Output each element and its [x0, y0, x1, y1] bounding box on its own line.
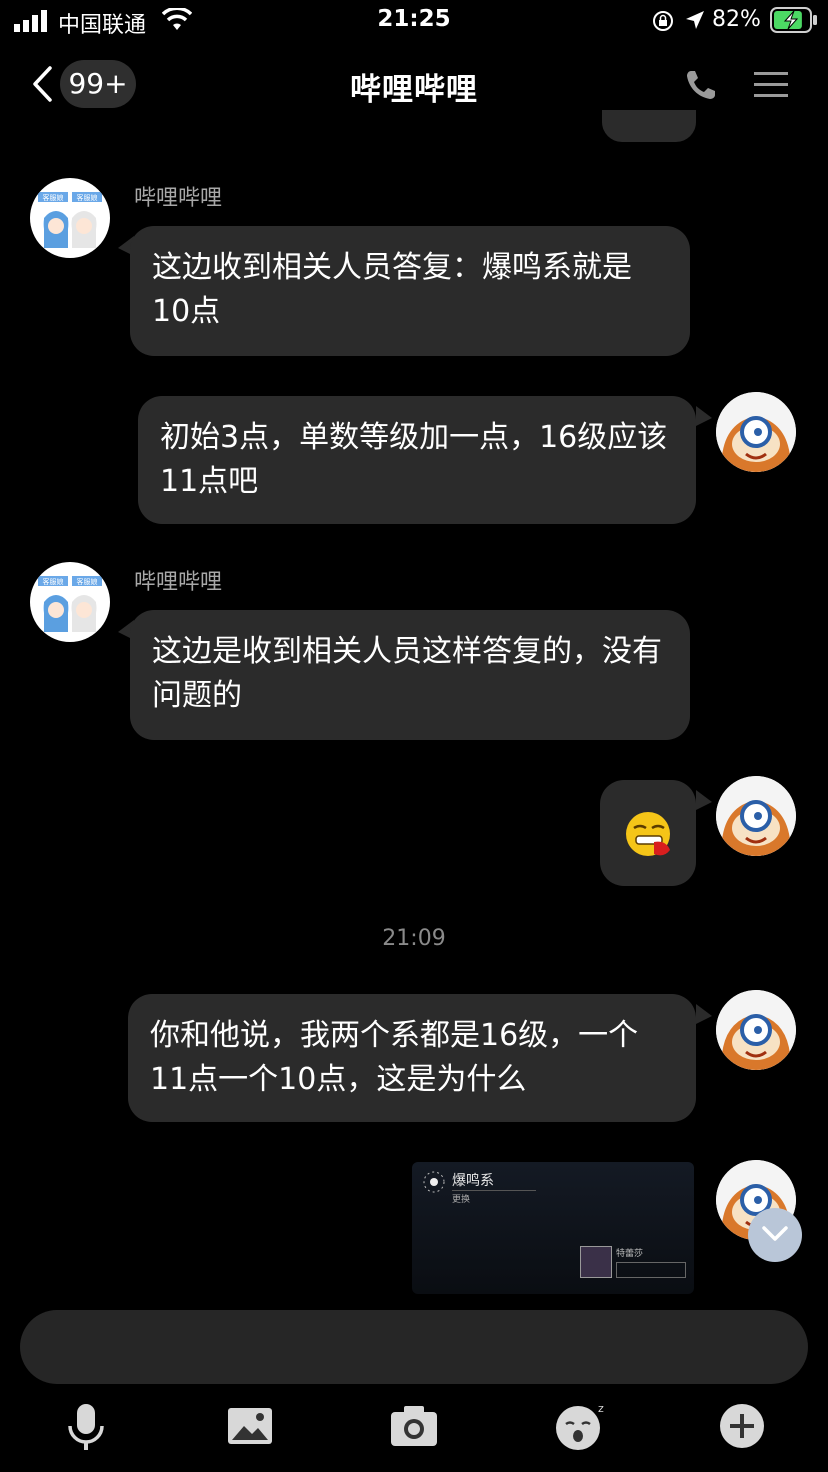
image-title: 爆鸣系 [452, 1173, 494, 1189]
plus-icon[interactable] [716, 1400, 768, 1452]
svg-text:客服娘: 客服娘 [77, 577, 98, 586]
message-input[interactable] [20, 1310, 808, 1384]
emoji-icon[interactable]: z [552, 1400, 604, 1452]
my-avatar[interactable] [716, 990, 796, 1070]
phone-icon[interactable] [684, 68, 718, 102]
message-text: 你和他说，我两个系都是16级，一个11点一个10点，这是为什么 [150, 1018, 639, 1097]
my-avatar[interactable] [716, 392, 796, 472]
message-text: 这边是收到相关人员这样答复的，没有问题的 [152, 634, 662, 713]
character-portrait [580, 1246, 612, 1278]
bubble-tail [696, 790, 712, 810]
battery-icon [770, 7, 817, 33]
cartoon-avatar-image [716, 990, 796, 1070]
image-label: 特蕾莎 [616, 1249, 644, 1259]
orientation-lock-icon [653, 11, 673, 31]
message-bubble[interactable]: 这边收到相关人员答复：爆鸣系就是10点 [130, 226, 690, 356]
service-avatar[interactable]: 客服娘 客服娘 [30, 562, 110, 642]
location-icon [686, 11, 704, 29]
image-subtitle: 更换 [452, 1195, 471, 1205]
sender-name: 哔哩哔哩 [134, 186, 223, 211]
emoji-message-bubble[interactable] [600, 780, 696, 886]
sender-name: 哔哩哔哩 [134, 570, 223, 595]
my-avatar[interactable] [716, 776, 796, 856]
scroll-to-bottom-button[interactable] [748, 1208, 802, 1262]
bubble-tail [696, 406, 712, 426]
cartoon-avatar-image [716, 392, 796, 472]
bubble-tail [696, 1004, 712, 1024]
service-avatar-image: 客服娘 客服娘 [38, 192, 102, 248]
image-slots [616, 1262, 686, 1278]
image-message[interactable]: 爆鸣系 更换 特蕾莎 [412, 1162, 694, 1294]
cartoon-avatar-image [716, 776, 796, 856]
message-bubble[interactable]: 这边是收到相关人员这样答复的，没有问题的 [130, 610, 690, 740]
message-text: 初始3点，单数等级加一点，16级应该11点吧 [160, 420, 668, 499]
battery-percent: 82% [712, 7, 761, 32]
message-timestamp: 21:09 [382, 926, 446, 951]
message-text: 这边收到相关人员答复：爆鸣系就是10点 [152, 250, 632, 329]
svg-text:客服娘: 客服娘 [77, 193, 98, 202]
camera-icon[interactable] [388, 1400, 440, 1452]
previous-message-bubble [602, 110, 696, 142]
service-avatar-image: 客服娘 客服娘 [38, 576, 102, 632]
status-bar: 中国联通 21:25 82% [0, 0, 828, 44]
svg-text:z: z [598, 1402, 604, 1415]
message-bubble[interactable]: 你和他说，我两个系都是16级，一个11点一个10点，这是为什么 [128, 994, 696, 1122]
service-avatar[interactable]: 客服娘 客服娘 [30, 178, 110, 258]
microphone-icon[interactable] [60, 1400, 112, 1452]
chevron-down-icon [762, 1226, 788, 1241]
image-icon[interactable] [224, 1400, 276, 1452]
menu-icon[interactable] [754, 70, 788, 100]
image-divider [452, 1190, 536, 1191]
svg-text:客服娘: 客服娘 [43, 193, 64, 202]
svg-text:客服娘: 客服娘 [43, 577, 64, 586]
message-bubble[interactable]: 初始3点，单数等级加一点，16级应该11点吧 [138, 396, 696, 524]
vomiting-emoji [626, 812, 670, 856]
